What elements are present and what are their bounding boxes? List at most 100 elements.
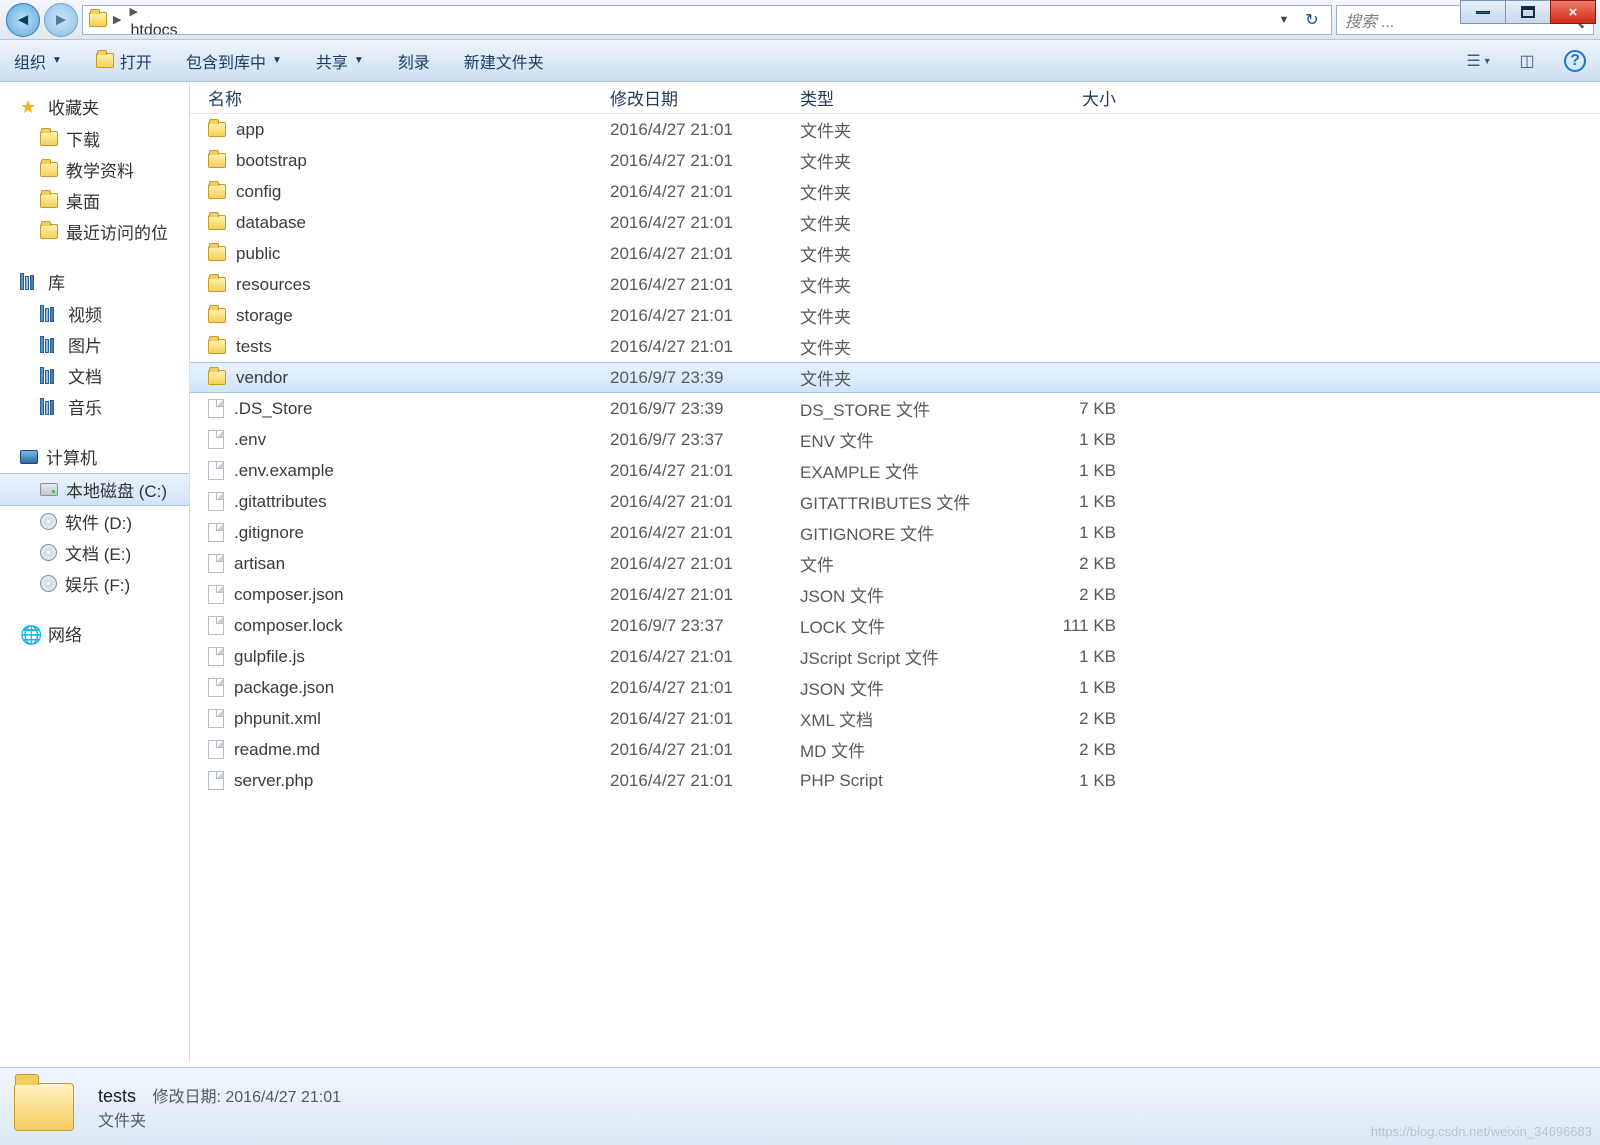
file-date: 2016/4/27 21:01	[610, 523, 800, 543]
share-menu[interactable]: 共享▼	[316, 49, 364, 73]
column-type[interactable]: 类型	[800, 85, 1000, 110]
file-name: tests	[236, 337, 272, 357]
file-type: 文件夹	[800, 365, 1000, 390]
network-header[interactable]: 🌐网络	[0, 617, 189, 650]
list-item[interactable]: tests2016/4/27 21:01文件夹	[190, 331, 1600, 362]
file-name: phpunit.xml	[234, 709, 321, 729]
list-item[interactable]: .DS_Store2016/9/7 23:39DS_STORE 文件7 KB	[190, 393, 1600, 424]
list-item[interactable]: artisan2016/4/27 21:01文件2 KB	[190, 548, 1600, 579]
file-date: 2016/4/27 21:01	[610, 647, 800, 667]
list-item[interactable]: .gitignore2016/4/27 21:01GITIGNORE 文件1 K…	[190, 517, 1600, 548]
file-date: 2016/4/27 21:01	[610, 120, 800, 140]
list-item[interactable]: resources2016/4/27 21:01文件夹	[190, 269, 1600, 300]
refresh-button[interactable]: ↻	[1299, 10, 1325, 30]
close-button[interactable]: ×	[1550, 0, 1596, 24]
file-date: 2016/4/27 21:01	[610, 213, 800, 233]
list-item[interactable]: composer.json2016/4/27 21:01JSON 文件2 KB	[190, 579, 1600, 610]
minimize-button[interactable]	[1460, 0, 1506, 24]
lib-icon	[40, 305, 60, 322]
list-item[interactable]: gulpfile.js2016/4/27 21:01JScript Script…	[190, 641, 1600, 672]
file-icon	[208, 554, 224, 573]
drive-item[interactable]: 软件 (D:)	[0, 506, 189, 537]
file-type: PHP Script	[800, 771, 1000, 791]
nav-item[interactable]: 音乐	[0, 391, 189, 422]
list-item[interactable]: package.json2016/4/27 21:01JSON 文件1 KB	[190, 672, 1600, 703]
new-folder-button[interactable]: 新建文件夹	[464, 49, 544, 73]
list-item[interactable]: .gitattributes2016/4/27 21:01GITATTRIBUT…	[190, 486, 1600, 517]
fold-icon	[40, 162, 58, 177]
libraries-header[interactable]: 库	[0, 265, 189, 298]
list-item[interactable]: server.php2016/4/27 21:01PHP Script1 KB	[190, 765, 1600, 796]
file-icon	[208, 492, 224, 511]
folder-icon	[208, 184, 226, 199]
list-item[interactable]: config2016/4/27 21:01文件夹	[190, 176, 1600, 207]
list-item[interactable]: vendor2016/9/7 23:39文件夹	[190, 362, 1600, 393]
list-item[interactable]: .env.example2016/4/27 21:01EXAMPLE 文件1 K…	[190, 455, 1600, 486]
list-item[interactable]: storage2016/4/27 21:01文件夹	[190, 300, 1600, 331]
back-button[interactable]: ◄	[6, 3, 40, 37]
open-button[interactable]: 打开	[96, 49, 152, 73]
preview-pane-button[interactable]: ◫	[1516, 51, 1538, 71]
file-type: ENV 文件	[800, 427, 1000, 452]
nav-item[interactable]: 文档	[0, 360, 189, 391]
drive-item[interactable]: 文档 (E:)	[0, 537, 189, 568]
file-date: 2016/4/27 21:01	[610, 492, 800, 512]
list-item[interactable]: readme.md2016/4/27 21:01MD 文件2 KB	[190, 734, 1600, 765]
network-icon: 🌐	[20, 625, 40, 643]
watermark-text: https://blog.csdn.net/weixin_34696683	[1371, 1124, 1592, 1139]
drive-item[interactable]: 娱乐 (F:)	[0, 568, 189, 599]
file-name: server.php	[234, 771, 313, 791]
column-size[interactable]: 大小	[1000, 85, 1130, 110]
include-in-library-menu[interactable]: 包含到库中▼	[186, 49, 282, 73]
drive-item[interactable]: 本地磁盘 (C:)	[0, 473, 189, 506]
nav-item[interactable]: 桌面	[0, 185, 189, 216]
organize-menu[interactable]: 组织▼	[14, 49, 62, 73]
file-type: XML 文档	[800, 706, 1000, 731]
address-bar[interactable]: ▶ 计算机▶本地磁盘 (C:)▶xampp▶htdocs▶PHPprimary▶…	[82, 5, 1332, 35]
file-type: GITIGNORE 文件	[800, 520, 1000, 545]
file-date: 2016/9/7 23:39	[610, 368, 800, 388]
file-size: 1 KB	[1000, 678, 1130, 698]
file-type: DS_STORE 文件	[800, 396, 1000, 421]
column-date[interactable]: 修改日期	[610, 85, 800, 110]
list-item[interactable]: database2016/4/27 21:01文件夹	[190, 207, 1600, 238]
maximize-button[interactable]	[1505, 0, 1551, 24]
list-item[interactable]: composer.lock2016/9/7 23:37LOCK 文件111 KB	[190, 610, 1600, 641]
file-name: .env.example	[234, 461, 334, 481]
file-type: 文件夹	[800, 272, 1000, 297]
list-item[interactable]: public2016/4/27 21:01文件夹	[190, 238, 1600, 269]
address-dropdown-button[interactable]: ▼	[1273, 14, 1295, 26]
lib-icon	[40, 336, 60, 353]
nav-item[interactable]: 视频	[0, 298, 189, 329]
list-item[interactable]: app2016/4/27 21:01文件夹	[190, 114, 1600, 145]
file-name: composer.lock	[234, 616, 343, 636]
file-name: app	[236, 120, 264, 140]
list-item[interactable]: phpunit.xml2016/4/27 21:01XML 文档2 KB	[190, 703, 1600, 734]
file-type: MD 文件	[800, 737, 1000, 762]
file-date: 2016/4/27 21:01	[610, 709, 800, 729]
view-options-button[interactable]: ☰▼	[1468, 51, 1490, 71]
nav-item[interactable]: 最近访问的位	[0, 216, 189, 247]
network-group: 🌐网络	[0, 617, 189, 650]
file-type: GITATTRIBUTES 文件	[800, 489, 1000, 514]
list-item[interactable]: bootstrap2016/4/27 21:01文件夹	[190, 145, 1600, 176]
file-type: EXAMPLE 文件	[800, 458, 1000, 483]
forward-button[interactable]: ►	[44, 3, 78, 37]
nav-item[interactable]: 下载	[0, 123, 189, 154]
list-item[interactable]: .env2016/9/7 23:37ENV 文件1 KB	[190, 424, 1600, 455]
chevron-right-icon[interactable]: ▶	[127, 6, 139, 18]
nav-item[interactable]: 教学资料	[0, 154, 189, 185]
drive-icon	[40, 483, 58, 496]
burn-button[interactable]: 刻录	[398, 49, 430, 73]
favorites-header[interactable]: ★收藏夹	[0, 90, 189, 123]
help-button[interactable]: ?	[1564, 50, 1586, 72]
column-name[interactable]: 名称	[190, 85, 610, 110]
file-name: readme.md	[234, 740, 320, 760]
file-size: 1 KB	[1000, 523, 1130, 543]
breadcrumb-item[interactable]: htdocs	[127, 20, 228, 35]
computer-header[interactable]: 计算机	[0, 440, 189, 473]
file-size: 2 KB	[1000, 554, 1130, 574]
nav-item[interactable]: 图片	[0, 329, 189, 360]
file-name: .DS_Store	[234, 399, 312, 419]
chevron-right-icon[interactable]: ▶	[111, 13, 123, 26]
